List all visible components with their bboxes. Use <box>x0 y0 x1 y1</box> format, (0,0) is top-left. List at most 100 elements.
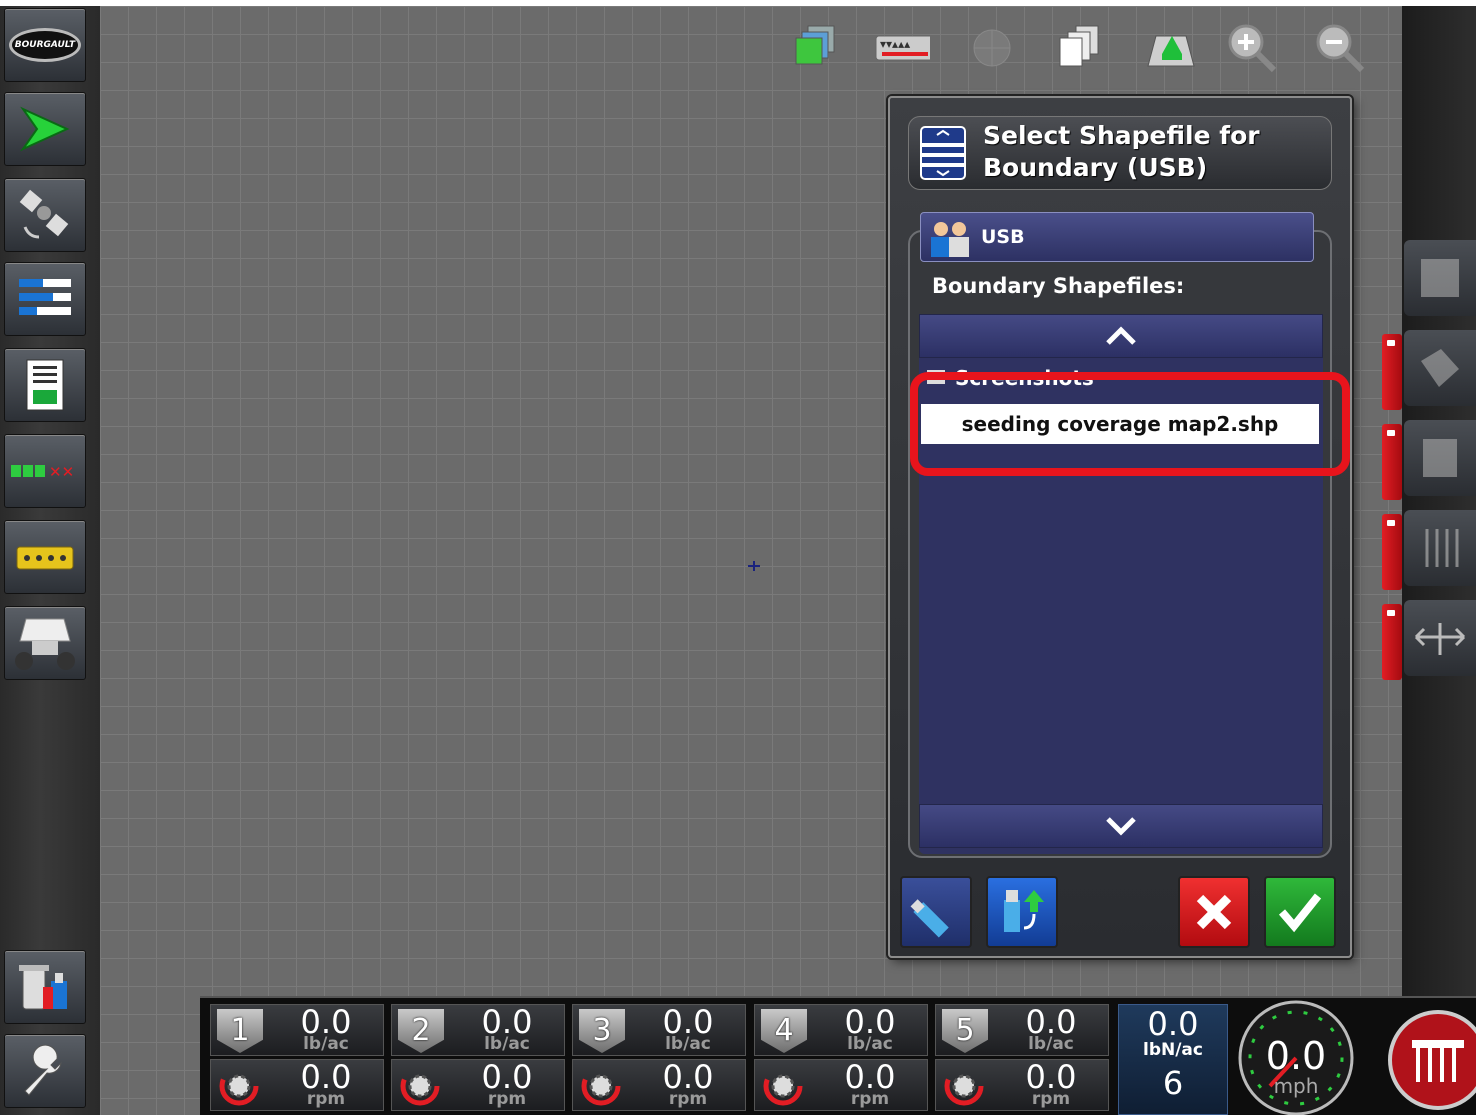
check-icon <box>1278 893 1322 933</box>
scroll-down-button[interactable] <box>919 804 1323 848</box>
section-number: 4 <box>761 1009 807 1053</box>
zoom-out-icon[interactable] <box>1312 20 1368 76</box>
layers-list-button[interactable] <box>4 262 86 336</box>
air-cart-icon <box>15 618 75 670</box>
layers-icon[interactable] <box>788 20 844 76</box>
total-rate-unit: lbN/ac <box>1143 1040 1203 1060</box>
right-tab-2[interactable] <box>1382 424 1402 500</box>
settings-button[interactable] <box>4 1034 86 1108</box>
usb-drive-button[interactable] <box>900 876 972 948</box>
confirm-button[interactable] <box>1264 876 1336 948</box>
speed-unit: rpm <box>1031 1089 1071 1109</box>
dialog-header: Select Shapefile for Boundary (USB) <box>908 116 1332 190</box>
drill-status-button[interactable] <box>1386 1004 1476 1115</box>
job-report-button[interactable] <box>4 348 86 422</box>
gear-icon <box>581 1066 621 1106</box>
gear-icon <box>400 1066 440 1106</box>
right-tab-3[interactable] <box>1382 514 1402 590</box>
shift-arrows-icon <box>1414 623 1466 655</box>
import-usb-button[interactable] <box>986 876 1058 948</box>
boundary-tool-button[interactable] <box>1404 240 1476 316</box>
manifold-icon[interactable]: ▾▾▴▴▴ <box>874 20 930 76</box>
usb-manager-button[interactable] <box>4 950 86 1024</box>
section-number: 3 <box>579 1009 625 1053</box>
rate-unit: lb/ac <box>303 1034 349 1054</box>
section-number: 5 <box>942 1009 988 1053</box>
section-4[interactable]: 4 0.0 lb/ac 0.0 rpm <box>754 1004 928 1115</box>
gear-icon <box>219 1066 259 1106</box>
section-3[interactable]: 3 0.0 lb/ac 0.0 rpm <box>572 1004 746 1115</box>
section-2[interactable]: 2 0.0 lb/ac 0.0 rpm <box>391 1004 565 1115</box>
cancel-button[interactable] <box>1178 876 1250 948</box>
list-bars-icon <box>19 279 71 315</box>
speedometer[interactable]: 0.0 mph <box>1236 998 1356 1115</box>
brand-logo-button[interactable]: BOURGAULT <box>4 8 86 82</box>
section-speed: 0.0 rpm <box>935 1059 1109 1111</box>
section-rate: 1 0.0 lb/ac <box>210 1004 384 1056</box>
usb-source-label: USB <box>981 226 1025 248</box>
vehicle-marker <box>748 556 760 571</box>
wrench-icon <box>24 1044 62 1096</box>
field-map-icon[interactable] <box>1142 20 1198 76</box>
section-number: 1 <box>217 1009 263 1053</box>
gps-button[interactable] <box>4 178 86 252</box>
shift-tool-button[interactable] <box>1404 600 1476 676</box>
right-tab-4[interactable] <box>1382 604 1402 680</box>
pages-icon[interactable] <box>1052 20 1108 76</box>
section-number: 2 <box>398 1009 444 1053</box>
lines-tool-button[interactable] <box>1404 510 1476 586</box>
dialog-title: Select Shapefile for Boundary (USB) <box>983 121 1260 182</box>
chevron-up-icon <box>1106 326 1136 345</box>
speed-unit: rpm <box>306 1089 346 1109</box>
svg-text:✕✕: ✕✕ <box>49 463 74 481</box>
field-tool-button[interactable] <box>1404 420 1476 496</box>
sections-button[interactable]: ✕✕ <box>4 434 86 508</box>
section-rate: 2 0.0 lb/ac <box>391 1004 565 1056</box>
map-tool-button[interactable] <box>1404 330 1476 406</box>
gear-icon <box>944 1066 984 1106</box>
usb-stick-icon <box>910 899 949 938</box>
select-shapefile-dialog: Select Shapefile for Boundary (USB) USB … <box>888 96 1352 958</box>
selection-highlight <box>910 372 1350 476</box>
rate-unit: lb/ac <box>847 1034 893 1054</box>
section-speed: 0.0 rpm <box>210 1059 384 1111</box>
zoom-in-icon[interactable] <box>1224 20 1280 76</box>
satellite-icon <box>19 189 69 239</box>
section-status-icon: ✕✕ <box>11 463 74 481</box>
svg-text:▾▾▴▴▴: ▾▾▴▴▴ <box>880 37 910 51</box>
map-tile-icon <box>1421 259 1459 297</box>
guidance-arrow-icon <box>20 106 70 152</box>
drill-button[interactable] <box>4 606 86 680</box>
lines-icon <box>1425 529 1459 567</box>
scroll-up-button[interactable] <box>919 314 1323 358</box>
globe-icon[interactable] <box>964 20 1020 76</box>
speed-unit: rpm <box>668 1089 708 1109</box>
total-count: 6 <box>1162 1064 1184 1102</box>
list-scroll-icon <box>920 126 966 180</box>
close-icon <box>1196 894 1232 930</box>
right-tab-1[interactable] <box>1382 334 1402 410</box>
section-rate: 5 0.0 lb/ac <box>935 1004 1109 1056</box>
gear-icon <box>763 1066 803 1106</box>
section-rate: 4 0.0 lb/ac <box>754 1004 928 1056</box>
usb-source-bar[interactable]: USB <box>920 212 1314 262</box>
manifold-icon <box>16 546 74 570</box>
document-icon <box>26 359 64 411</box>
rate-unit: lb/ac <box>1028 1034 1074 1054</box>
section-speed: 0.0 rpm <box>391 1059 565 1111</box>
section-speed: 0.0 rpm <box>754 1059 928 1111</box>
usb-import-icon <box>1004 890 1044 932</box>
speed-unit: mph <box>1273 1074 1319 1098</box>
guidance-button[interactable] <box>4 92 86 166</box>
drill-status-icon <box>1388 1010 1476 1110</box>
section-1[interactable]: 1 0.0 lb/ac 0.0 rpm <box>210 1004 384 1115</box>
total-rate-value: 0.0 <box>1147 1005 1199 1043</box>
total-rate-panel[interactable]: 0.0 lbN/ac 6 <box>1118 1004 1228 1115</box>
rate-unit: lb/ac <box>665 1034 711 1054</box>
speed-unit: rpm <box>850 1089 890 1109</box>
users-icon <box>931 222 969 257</box>
implement-button[interactable] <box>4 520 86 594</box>
section-rate: 3 0.0 lb/ac <box>572 1004 746 1056</box>
section-5[interactable]: 5 0.0 lb/ac 0.0 rpm <box>935 1004 1109 1115</box>
brand-logo: BOURGAULT <box>14 40 76 50</box>
